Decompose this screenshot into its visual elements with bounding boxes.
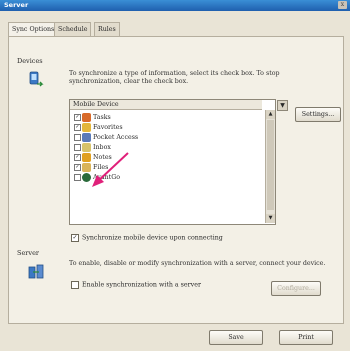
item-checkbox[interactable]	[74, 174, 81, 181]
server-description: To enable, disable or modify synchroniza…	[69, 260, 326, 267]
list-scrollbar[interactable]: ▲ ▼	[265, 110, 275, 223]
tab-sync-options[interactable]: Sync Options	[8, 22, 59, 37]
annotation-arrow-icon	[92, 152, 129, 187]
scroll-down-icon[interactable]: ▼	[266, 214, 275, 223]
close-icon[interactable]: x	[338, 1, 347, 9]
enable-server-row[interactable]: Enable synchronization with a server	[71, 281, 201, 289]
item-checkbox[interactable]: ✓	[74, 124, 81, 131]
scroll-thumb[interactable]	[267, 120, 274, 210]
sync-on-connect-row[interactable]: ✓ Synchronize mobile device upon connecti…	[71, 234, 223, 242]
window-title: Server	[4, 1, 29, 9]
scroll-up-icon[interactable]: ▲	[266, 110, 275, 119]
enable-server-checkbox[interactable]	[71, 281, 79, 289]
options-panel: Devices To synchronize a type of informa…	[8, 36, 344, 324]
device-sync-icon	[29, 71, 44, 87]
configure-button[interactable]: Configure...	[271, 281, 321, 296]
item-checkbox[interactable]	[74, 144, 81, 151]
tasks-icon	[82, 113, 91, 122]
enable-server-label: Enable synchronization with a server	[82, 281, 201, 289]
list-item[interactable]: ✓ Favorites	[74, 123, 123, 133]
item-label: Tasks	[93, 114, 111, 121]
item-checkbox[interactable]: ✓	[74, 164, 81, 171]
chevron-down-icon[interactable]: ▼	[277, 100, 288, 111]
item-checkbox[interactable]: ✓	[74, 114, 81, 121]
item-label: Pocket Access	[93, 134, 139, 141]
tab-rules[interactable]: Rules	[94, 22, 120, 36]
print-button[interactable]: Print	[279, 330, 333, 345]
server-sync-icon	[28, 264, 44, 279]
item-checkbox[interactable]: ✓	[74, 154, 81, 161]
pocket-access-icon	[82, 133, 91, 142]
list-header: Mobile Device	[70, 100, 262, 110]
devices-description: To synchronize a type of information, se…	[69, 70, 280, 85]
tab-schedule[interactable]: Schedule	[54, 22, 92, 36]
server-section-title: Server	[17, 249, 40, 257]
save-button[interactable]: Save	[209, 330, 263, 345]
settings-button[interactable]: Settings...	[295, 107, 341, 122]
list-item[interactable]: ✓ Tasks	[74, 113, 111, 123]
item-label: Favorites	[93, 124, 123, 131]
item-checkbox[interactable]	[74, 134, 81, 141]
sync-on-connect-label: Synchronize mobile device upon connectin…	[82, 234, 223, 242]
favorites-icon	[82, 123, 91, 132]
window-title-bar: Server x	[0, 0, 350, 11]
devices-section-title: Devices	[17, 57, 43, 65]
sync-on-connect-checkbox[interactable]: ✓	[71, 234, 79, 242]
list-item[interactable]: Pocket Access	[74, 133, 138, 143]
